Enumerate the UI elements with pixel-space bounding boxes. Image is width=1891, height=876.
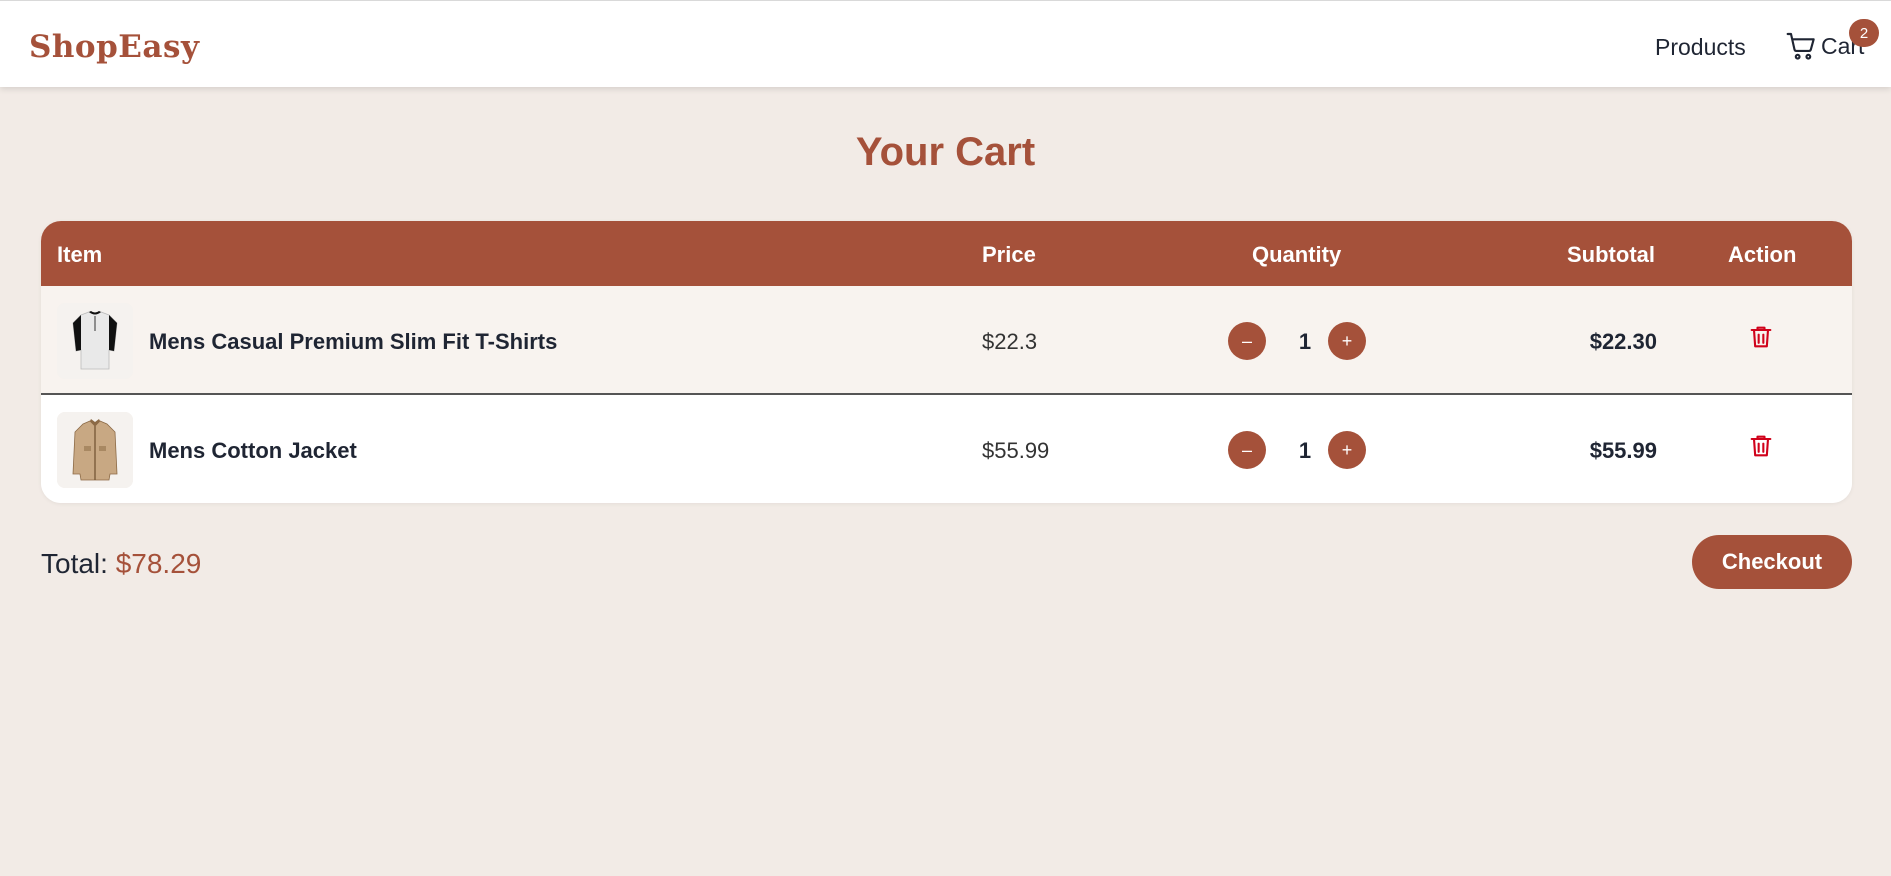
cart-table: Item Price Quantity Subtotal Action Mens… xyxy=(41,221,1852,503)
item-price: $55.99 xyxy=(982,438,1050,463)
header-item: Item xyxy=(57,242,103,267)
cart-count-badge: 2 xyxy=(1849,19,1879,47)
nav-products-link[interactable]: Products xyxy=(1655,34,1746,61)
jacket-image xyxy=(57,412,133,488)
decrease-quantity-button[interactable]: – xyxy=(1228,322,1266,360)
cart-total: Total: $78.29 xyxy=(41,548,201,580)
trash-icon[interactable] xyxy=(1747,432,1775,460)
checkout-button[interactable]: Checkout xyxy=(1692,535,1852,589)
header-subtotal: Subtotal xyxy=(1567,242,1655,267)
header-quantity: Quantity xyxy=(1252,242,1342,267)
quantity-value: 1 xyxy=(1298,329,1312,354)
total-label: Total: xyxy=(41,548,108,579)
header-action: Action xyxy=(1728,242,1797,267)
header-price: Price xyxy=(982,242,1036,267)
increase-quantity-button[interactable]: + xyxy=(1328,322,1366,360)
cart-icon xyxy=(1786,32,1815,60)
page-title: Your Cart xyxy=(855,130,1036,174)
item-subtotal: $55.99 xyxy=(1589,438,1657,463)
brand-logo[interactable]: ShopEasy xyxy=(29,29,199,65)
item-name[interactable]: Mens Casual Premium Slim Fit T-Shirts xyxy=(149,329,557,355)
tshirt-image xyxy=(57,303,133,379)
trash-icon[interactable] xyxy=(1747,323,1775,351)
total-amount: $78.29 xyxy=(115,548,202,579)
item-price: $22.3 xyxy=(982,329,1038,354)
table-row: Mens Cotton Jacket $55.99 – 1 + $55.99 xyxy=(41,395,1852,503)
navbar: ShopEasy Products Cart 2 xyxy=(0,0,1891,87)
item-name[interactable]: Mens Cotton Jacket xyxy=(149,438,357,464)
quantity-value: 1 xyxy=(1298,438,1312,463)
table-header: Item Price Quantity Subtotal Action xyxy=(41,221,1852,286)
decrease-quantity-button[interactable]: – xyxy=(1228,431,1266,469)
increase-quantity-button[interactable]: + xyxy=(1328,431,1366,469)
item-subtotal: $22.30 xyxy=(1589,329,1657,354)
table-row: Mens Casual Premium Slim Fit T-Shirts $2… xyxy=(41,286,1852,395)
